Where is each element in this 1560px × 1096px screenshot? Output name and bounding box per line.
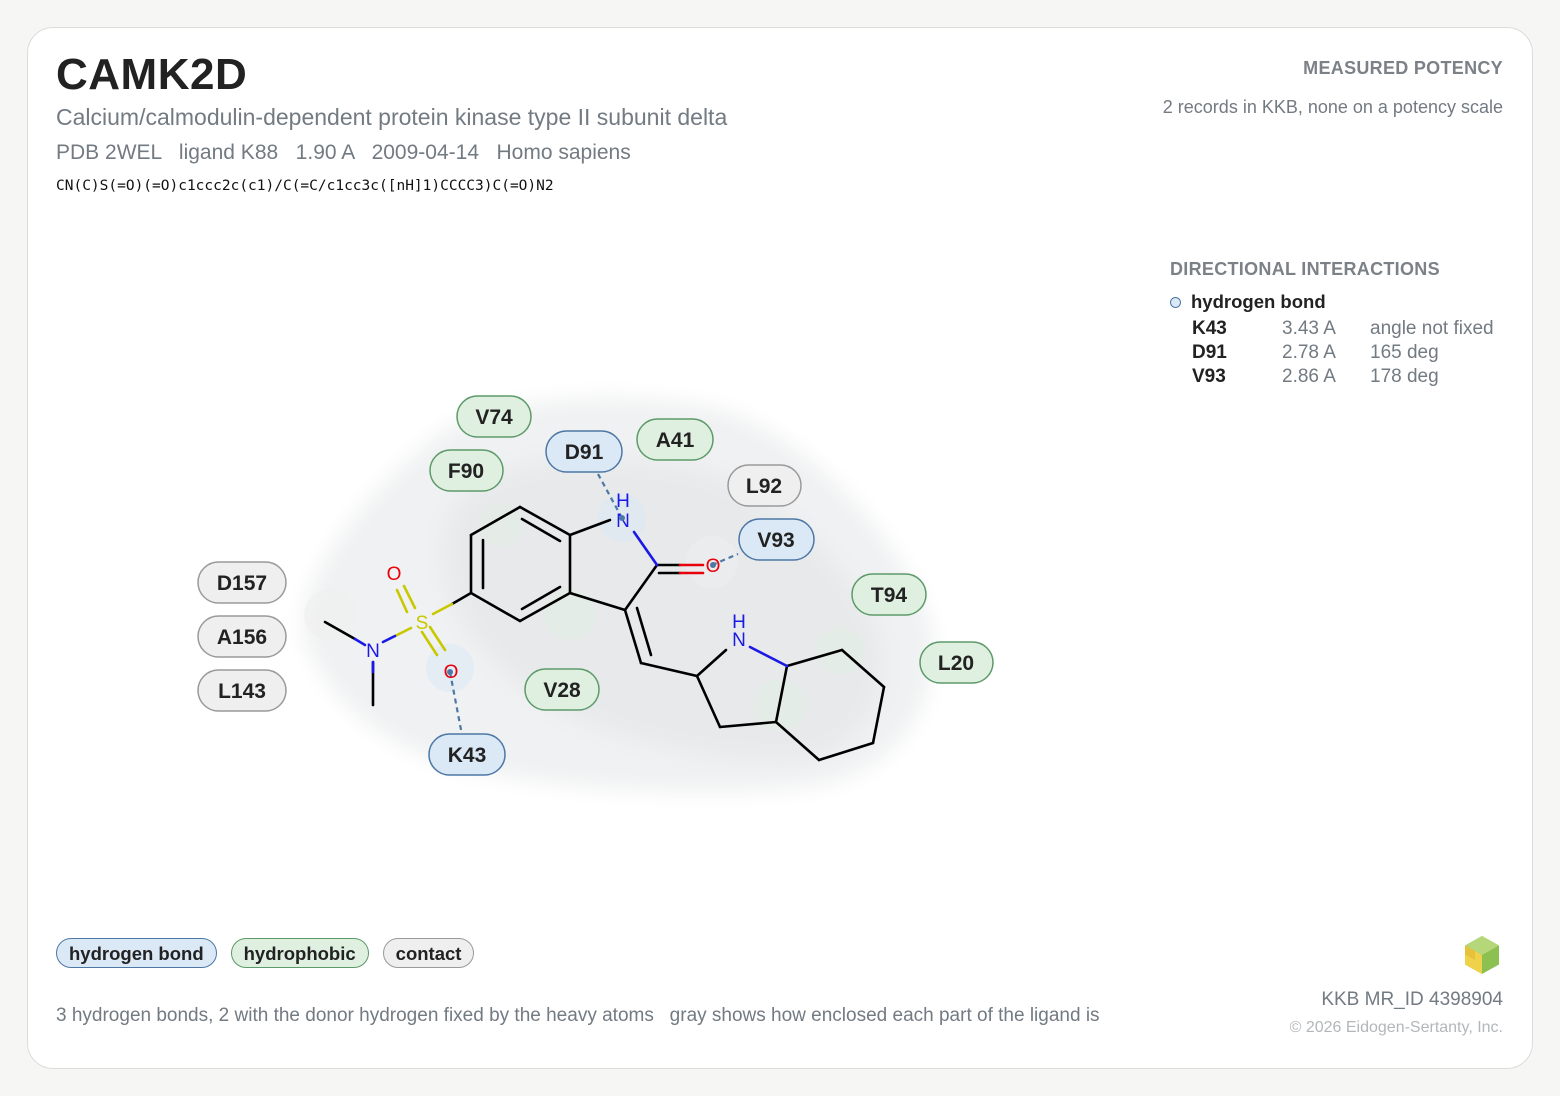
- residue-t94: T94: [851, 573, 927, 616]
- legend-contact: contact: [382, 938, 475, 968]
- atom-n: N: [366, 641, 380, 662]
- footer-note: 3 hydrogen bonds, 2 with the donor hydro…: [56, 1005, 1100, 1026]
- svg-text:D157: D157: [217, 572, 267, 595]
- residue-d91: D91: [545, 430, 623, 473]
- residue-a156: A156: [197, 615, 287, 658]
- residue-l92: L92: [727, 464, 802, 507]
- svg-text:L20: L20: [938, 652, 974, 675]
- svg-text:F90: F90: [448, 460, 484, 483]
- svg-text:V93: V93: [757, 529, 794, 552]
- svg-text:A156: A156: [217, 626, 267, 649]
- legend-hydrophobic: hydrophobic: [230, 938, 369, 968]
- svg-text:V74: V74: [475, 406, 513, 429]
- residue-l143: L143: [197, 669, 287, 712]
- residue-v74: V74: [456, 395, 532, 438]
- copyright: © 2026 Eidogen-Sertanty, Inc.: [1289, 1019, 1503, 1036]
- legend: hydrogen bond hydrophobic contact: [56, 938, 475, 968]
- svg-text:K43: K43: [448, 744, 487, 767]
- atom-n: N: [732, 630, 746, 651]
- atom-o: O: [387, 564, 402, 585]
- svg-text:A41: A41: [656, 429, 695, 452]
- svg-text:V28: V28: [543, 679, 581, 702]
- legend-hbond: hydrogen bond: [56, 938, 217, 968]
- svg-text:D91: D91: [565, 441, 604, 464]
- atom-h: H: [616, 491, 630, 512]
- residue-l20: L20: [919, 641, 994, 684]
- eidogen-logo-icon: [1465, 936, 1499, 974]
- svg-text:T94: T94: [871, 584, 908, 607]
- mr-id: KKB MR_ID 4398904: [1321, 989, 1503, 1010]
- residue-d157: D157: [197, 561, 287, 604]
- svg-text:L143: L143: [218, 680, 266, 703]
- residue-a41: A41: [636, 418, 714, 461]
- residue-f90: F90: [429, 449, 504, 492]
- residue-v93: V93: [738, 518, 815, 561]
- atom-n: N: [616, 511, 630, 532]
- atom-s: S: [416, 613, 429, 634]
- svg-text:L92: L92: [746, 475, 782, 498]
- residue-v28: V28: [524, 668, 600, 711]
- residue-k43: K43: [428, 733, 506, 776]
- interaction-diagram: H N O H N O S O N V74 F90 D91 A41: [197, 395, 994, 793]
